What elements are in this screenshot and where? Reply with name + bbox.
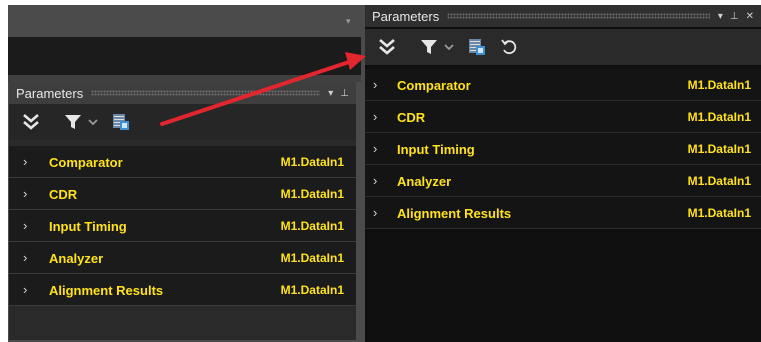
annotation-arrow: [160, 52, 366, 126]
